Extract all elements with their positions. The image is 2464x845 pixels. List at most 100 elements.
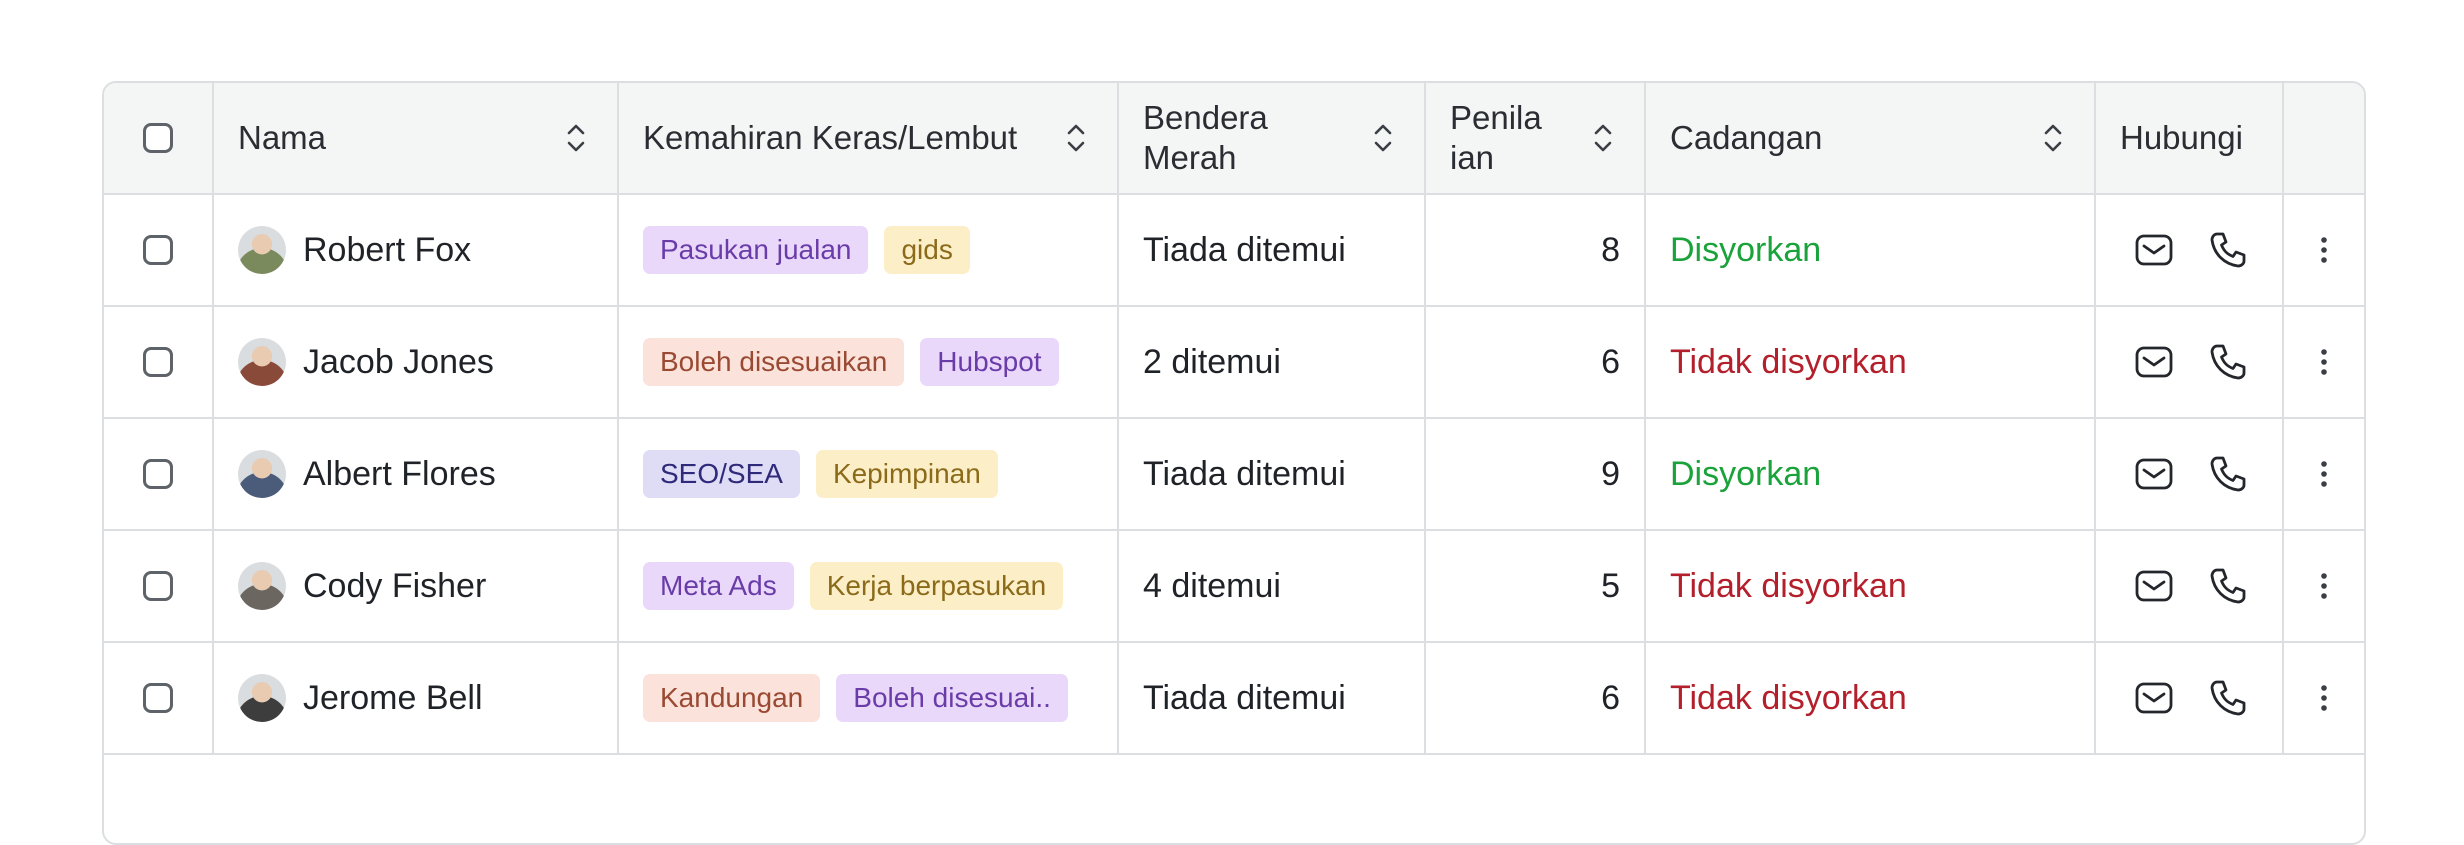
- red-flag-cell: 4 ditemui: [1119, 531, 1426, 641]
- rating-cell: 6: [1426, 307, 1646, 417]
- recommendation-status: Tidak disyorkan: [1670, 342, 1907, 381]
- rating-value: 8: [1601, 230, 1620, 269]
- header-red-flag-label: Bendera Merah: [1143, 98, 1268, 178]
- red-flag-value: 4 ditemui: [1143, 566, 1281, 605]
- phone-icon[interactable]: [2208, 342, 2248, 382]
- name-cell: Jerome Bell: [214, 643, 619, 753]
- skills-cell: Boleh disesuaikan Hubspot: [619, 307, 1119, 417]
- actions-cell: [2284, 419, 2364, 529]
- phone-icon[interactable]: [2208, 230, 2248, 270]
- red-flag-value: Tiada ditemui: [1143, 678, 1346, 717]
- avatar: [238, 450, 286, 498]
- mail-icon[interactable]: [2134, 681, 2174, 715]
- header-contact: Hubungi: [2096, 83, 2284, 193]
- sort-icon[interactable]: [1592, 121, 1614, 155]
- skills-cell: Meta Ads Kerja berpasukan: [619, 531, 1119, 641]
- header-rating-line2: ian: [1450, 139, 1495, 176]
- red-flag-cell: Tiada ditemui: [1119, 195, 1426, 305]
- sort-icon[interactable]: [565, 121, 587, 155]
- recommendation-cell: Tidak disyorkan: [1646, 531, 2096, 641]
- contact-cell: [2096, 531, 2284, 641]
- candidate-name[interactable]: Jacob Jones: [303, 343, 494, 382]
- candidate-name[interactable]: Jerome Bell: [303, 679, 483, 718]
- candidate-name[interactable]: Albert Flores: [303, 455, 496, 494]
- skill-tag: Kandungan: [643, 674, 821, 722]
- header-skills[interactable]: Kemahiran Keras/Lembut: [619, 83, 1119, 193]
- mail-icon[interactable]: [2134, 345, 2174, 379]
- rating-value: 9: [1601, 454, 1620, 493]
- header-recommendation-label: Cadangan: [1670, 119, 1823, 156]
- select-all-checkbox[interactable]: [143, 123, 173, 153]
- avatar: [238, 674, 286, 722]
- candidates-table: Nama Kemahiran Keras/Lembut Bendera Mera…: [102, 81, 2366, 845]
- contact-cell: [2096, 643, 2284, 753]
- header-red-flag[interactable]: Bendera Merah: [1119, 83, 1426, 193]
- rating-value: 5: [1601, 566, 1620, 605]
- table-header-row: Nama Kemahiran Keras/Lembut Bendera Mera…: [104, 83, 2364, 195]
- recommendation-cell: Tidak disyorkan: [1646, 643, 2096, 753]
- skill-tag: Pasukan jualan: [643, 226, 869, 274]
- candidate-name[interactable]: Robert Fox: [303, 231, 471, 270]
- name-cell: Jacob Jones: [214, 307, 619, 417]
- row-checkbox[interactable]: [143, 683, 173, 713]
- red-flag-value: 2 ditemui: [1143, 342, 1281, 381]
- header-red-flag-line2: Merah: [1143, 139, 1237, 176]
- header-rating-label: Penila ian: [1450, 98, 1542, 178]
- skill-tag: Meta Ads: [643, 562, 794, 610]
- red-flag-cell: Tiada ditemui: [1119, 643, 1426, 753]
- candidate-name[interactable]: Cody Fisher: [303, 567, 486, 606]
- phone-icon[interactable]: [2208, 454, 2248, 494]
- header-recommendation[interactable]: Cadangan: [1646, 83, 2096, 193]
- phone-icon[interactable]: [2208, 678, 2248, 718]
- actions-cell: [2284, 307, 2364, 417]
- row-checkbox[interactable]: [143, 347, 173, 377]
- row-select-cell: [104, 419, 214, 529]
- mail-icon[interactable]: [2134, 457, 2174, 491]
- sort-icon[interactable]: [1372, 121, 1394, 155]
- row-checkbox[interactable]: [143, 235, 173, 265]
- contact-cell: [2096, 307, 2284, 417]
- sort-icon[interactable]: [1065, 121, 1087, 155]
- skill-tag: gids: [884, 226, 970, 274]
- more-vertical-icon[interactable]: [2319, 235, 2329, 265]
- rating-cell: 5: [1426, 531, 1646, 641]
- sort-icon[interactable]: [2042, 121, 2064, 155]
- rating-cell: 8: [1426, 195, 1646, 305]
- mail-icon[interactable]: [2134, 233, 2174, 267]
- more-vertical-icon[interactable]: [2319, 347, 2329, 377]
- recommendation-status: Tidak disyorkan: [1670, 678, 1907, 717]
- recommendation-status: Disyorkan: [1670, 230, 1822, 269]
- table-row[interactable]: Albert Flores SEO/SEA Kepimpinan Tiada di…: [104, 419, 2364, 531]
- avatar: [238, 338, 286, 386]
- header-select-cell: [104, 83, 214, 193]
- name-cell: Cody Fisher: [214, 531, 619, 641]
- rating-cell: 9: [1426, 419, 1646, 529]
- skills-cell: Kandungan Boleh disesuai..: [619, 643, 1119, 753]
- row-checkbox[interactable]: [143, 459, 173, 489]
- mail-icon[interactable]: [2134, 569, 2174, 603]
- row-checkbox[interactable]: [143, 571, 173, 601]
- table-row[interactable]: Robert Fox Pasukan jualan gids Tiada dite…: [104, 195, 2364, 307]
- table-row[interactable]: Jerome Bell Kandungan Boleh disesuai.. Ti…: [104, 643, 2364, 755]
- more-vertical-icon[interactable]: [2319, 459, 2329, 489]
- contact-cell: [2096, 419, 2284, 529]
- header-rating[interactable]: Penila ian: [1426, 83, 1646, 193]
- row-select-cell: [104, 195, 214, 305]
- phone-icon[interactable]: [2208, 566, 2248, 606]
- header-rating-line1: Penila: [1450, 99, 1542, 136]
- row-select-cell: [104, 643, 214, 753]
- skill-tag: Boleh disesuaikan: [643, 338, 905, 386]
- skills-cell: Pasukan jualan gids: [619, 195, 1119, 305]
- avatar: [238, 562, 286, 610]
- more-vertical-icon[interactable]: [2319, 571, 2329, 601]
- avatar: [238, 226, 286, 274]
- table-row[interactable]: Jacob Jones Boleh disesuaikan Hubspot 2 d…: [104, 307, 2364, 419]
- actions-cell: [2284, 531, 2364, 641]
- table-row[interactable]: Cody Fisher Meta Ads Kerja berpasukan 4 d…: [104, 531, 2364, 643]
- more-vertical-icon[interactable]: [2319, 683, 2329, 713]
- red-flag-cell: 2 ditemui: [1119, 307, 1426, 417]
- header-name[interactable]: Nama: [214, 83, 619, 193]
- header-contact-label: Hubungi: [2120, 119, 2243, 156]
- red-flag-value: Tiada ditemui: [1143, 230, 1346, 269]
- red-flag-cell: Tiada ditemui: [1119, 419, 1426, 529]
